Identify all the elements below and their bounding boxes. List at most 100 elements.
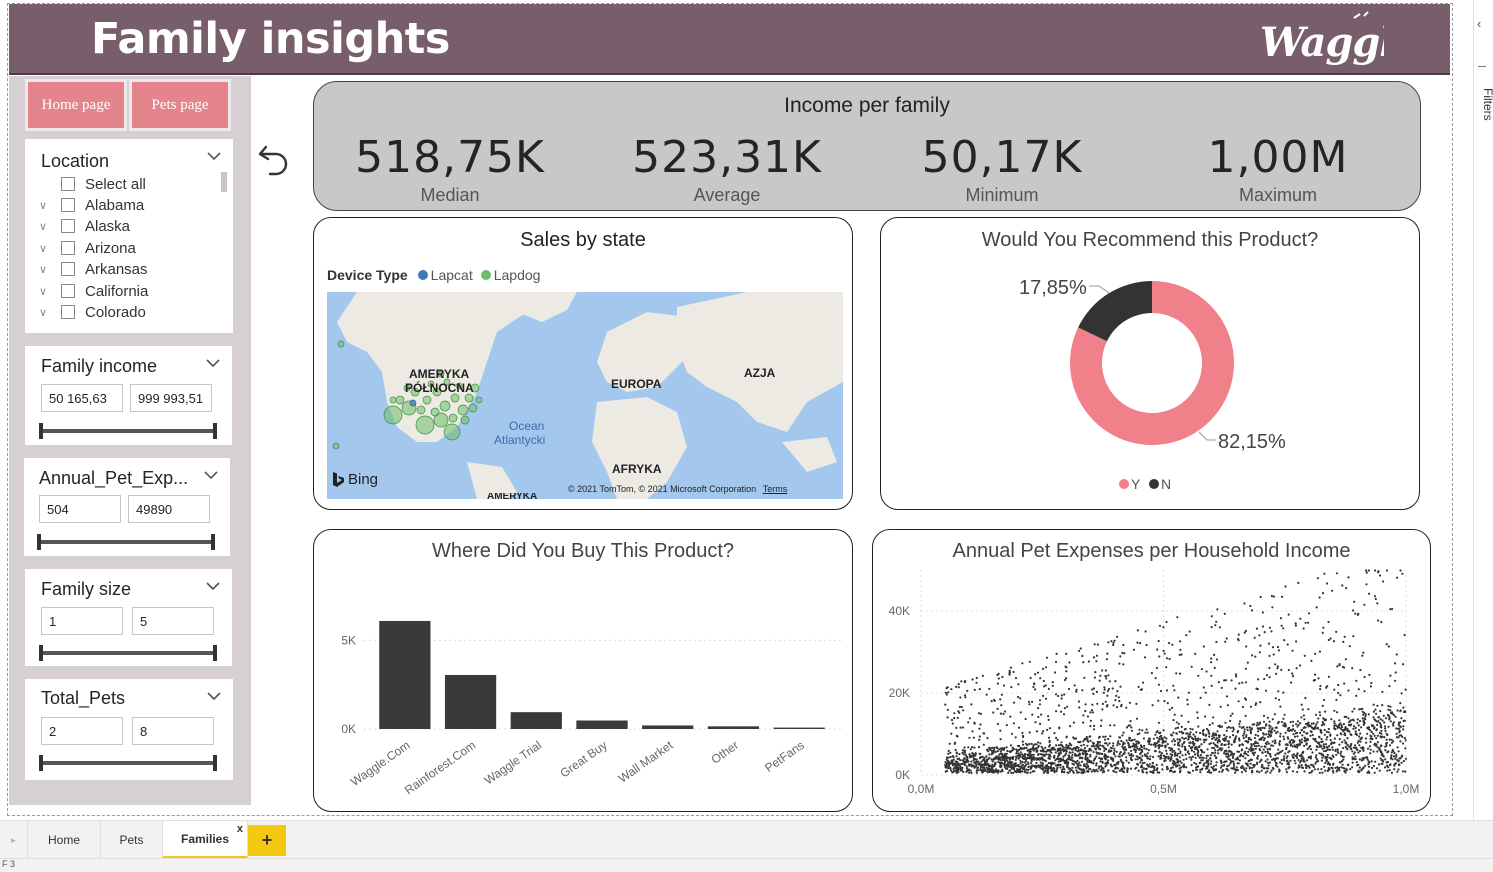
scatter-point	[1321, 704, 1324, 707]
scatter-point	[1216, 746, 1219, 749]
checkbox[interactable]	[61, 305, 75, 319]
scatter-point	[1142, 681, 1145, 684]
checkbox[interactable]	[61, 262, 75, 276]
scatter-point	[1318, 741, 1321, 744]
scatter-point	[1254, 747, 1257, 750]
chevron-down-icon[interactable]: ∨	[39, 306, 53, 319]
checkbox[interactable]	[61, 177, 75, 191]
chevron-down-icon[interactable]	[204, 470, 218, 482]
checkbox[interactable]	[61, 284, 75, 298]
chevron-down-icon[interactable]: ∨	[39, 285, 53, 298]
location-item[interactable]: ∨ Alaska	[39, 216, 130, 236]
scatter-point	[988, 765, 991, 768]
location-item[interactable]: ∨ California	[39, 281, 148, 301]
scatter-point	[1145, 767, 1148, 770]
filters-pane[interactable]: ‹ Filters	[1473, 0, 1493, 820]
scatter-point	[1364, 718, 1367, 721]
scatter-point	[1027, 768, 1030, 771]
scatter-point	[978, 735, 981, 738]
location-item[interactable]: ∨ Arkansas	[39, 259, 148, 279]
scatter-point	[1346, 729, 1349, 733]
location-item-label: Colorado	[85, 303, 146, 321]
chevron-down-icon[interactable]	[207, 151, 221, 163]
range-min-handle[interactable]	[39, 423, 43, 439]
scatter-point	[1210, 674, 1213, 677]
scatter-point	[1116, 762, 1120, 765]
scatter-point	[1321, 592, 1325, 595]
scatter-point	[1253, 636, 1256, 639]
range-min-handle[interactable]	[37, 534, 41, 550]
chevron-down-icon[interactable]	[207, 691, 221, 703]
range-max-handle[interactable]	[213, 645, 217, 661]
scatter-point	[1326, 748, 1329, 751]
back-arrow-icon[interactable]	[256, 141, 292, 177]
range-max-handle[interactable]	[211, 534, 215, 550]
scatter-point	[1042, 771, 1045, 774]
scatter-point	[1202, 645, 1205, 648]
range-max-input[interactable]: 8	[132, 717, 214, 745]
scatter-point	[1270, 730, 1273, 733]
scatter-point	[1090, 745, 1093, 748]
terms-link[interactable]: Terms	[763, 484, 788, 494]
tab-pets[interactable]: Pets	[101, 821, 163, 859]
scatter-point	[1017, 695, 1020, 699]
checkbox[interactable]	[61, 219, 75, 233]
scatter-point	[1335, 572, 1338, 575]
location-item-select-all[interactable]: Select all	[39, 174, 146, 194]
scatter-point	[977, 712, 980, 715]
location-item[interactable]: ∨ Arizona	[39, 238, 136, 258]
chevron-down-icon[interactable]: ∨	[39, 220, 53, 233]
scatter-point	[1097, 752, 1100, 755]
scatter-point	[1265, 743, 1268, 746]
tab-families[interactable]: Families x	[163, 821, 248, 859]
scatter-point	[1190, 758, 1193, 761]
scatter-point	[1294, 735, 1297, 738]
range-min-input[interactable]: 1	[41, 607, 123, 635]
range-max-input[interactable]: 999 993,51	[130, 384, 212, 412]
checkbox[interactable]	[61, 241, 75, 255]
range-max-handle[interactable]	[213, 755, 217, 771]
scatter-point	[1268, 654, 1271, 657]
tab-scroll-left-icon[interactable]: ▸	[0, 821, 28, 859]
scatter-point	[1004, 752, 1007, 755]
scatter-point	[977, 746, 981, 749]
pets-page-button[interactable]: Pets page	[129, 79, 231, 131]
range-max-input[interactable]: 49890	[128, 495, 210, 523]
range-min-input[interactable]: 50 165,63	[41, 384, 123, 412]
scatter-point	[1385, 761, 1388, 764]
checkbox[interactable]	[61, 198, 75, 212]
scatter-point	[1390, 771, 1393, 774]
location-item[interactable]: ∨ Colorado	[39, 302, 146, 322]
range-min-handle[interactable]	[39, 645, 43, 661]
chevron-down-icon[interactable]: ∨	[39, 242, 53, 255]
scatter-point	[1343, 666, 1346, 669]
range-max-input[interactable]: 5	[132, 607, 214, 635]
scatter-point	[1048, 727, 1052, 730]
scatter-point	[1380, 732, 1383, 735]
scatter-point	[1359, 740, 1362, 743]
tab-home[interactable]: Home	[28, 821, 101, 859]
range-min-input[interactable]: 504	[39, 495, 121, 523]
scatter-point	[1213, 754, 1216, 757]
chevron-down-icon[interactable]: ∨	[39, 199, 53, 212]
range-min-input[interactable]: 2	[41, 717, 123, 745]
location-item[interactable]: ∨ Alabama	[39, 195, 144, 215]
chevron-down-icon[interactable]	[206, 358, 220, 370]
chevron-down-icon[interactable]: ∨	[39, 263, 53, 276]
collapse-chevron-icon[interactable]: ‹	[1477, 16, 1481, 31]
scatter-point	[1221, 747, 1224, 750]
scatter-point	[1163, 652, 1166, 655]
scatter-point	[1333, 688, 1336, 691]
add-page-button[interactable]: +	[248, 825, 286, 856]
tab-close-icon[interactable]: x	[237, 823, 243, 835]
home-page-button[interactable]: Home page	[25, 79, 127, 131]
range-max-handle[interactable]	[213, 423, 217, 439]
x-tick-label: 0,0M	[908, 782, 935, 796]
range-min-handle[interactable]	[39, 755, 43, 771]
map-view[interactable]: AMERYKA PÓŁNOCNA EUROPA AZJA Ocean Atlan…	[327, 292, 843, 499]
scatter-point	[1146, 731, 1149, 734]
scrollbar-thumb[interactable]	[221, 172, 227, 192]
scatter-point	[1249, 758, 1253, 761]
scatter-point	[1149, 755, 1152, 758]
chevron-down-icon[interactable]	[206, 581, 220, 593]
